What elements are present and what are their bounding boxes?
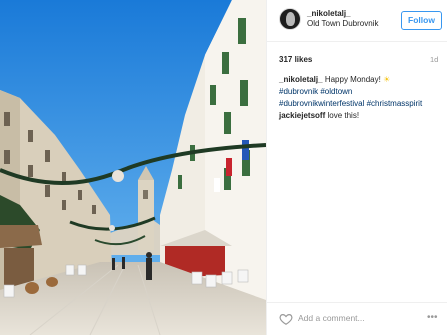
follow-button[interactable]: Follow xyxy=(401,11,442,30)
caption-username[interactable]: _nikoletalj_ xyxy=(279,75,323,84)
likes-count[interactable]: 317 likes xyxy=(279,55,312,64)
post-age[interactable]: 1d xyxy=(430,55,438,64)
caption: _nikoletalj_ Happy Monday! ☀ #dubrovnik … xyxy=(279,74,444,110)
comment-username[interactable]: jackiejetsoff xyxy=(279,111,325,120)
location-link[interactable]: Old Town Dubrovnik xyxy=(307,19,378,28)
more-options-icon[interactable]: ••• xyxy=(427,312,438,323)
street-photo-illustration xyxy=(0,0,266,335)
caption-text: Happy Monday! xyxy=(324,75,381,84)
post-details-panel: _nikoletalj_ Old Town Dubrovnik Follow 3… xyxy=(266,0,447,335)
post-footer: Add a comment... ••• xyxy=(267,302,447,335)
caption-hashtags[interactable]: #dubrovnikwinterfestival #christmasspiri… xyxy=(279,99,422,108)
sun-emoji-icon: ☀ xyxy=(383,75,391,84)
username-link[interactable]: _nikoletalj_ xyxy=(307,9,351,18)
add-comment-input[interactable]: Add a comment... xyxy=(298,313,365,323)
post-header: _nikoletalj_ Old Town Dubrovnik Follow xyxy=(267,0,447,42)
comment-text: love this! xyxy=(327,111,360,120)
avatar[interactable] xyxy=(279,8,301,30)
comments-section: _nikoletalj_ Happy Monday! ☀ #dubrovnik … xyxy=(279,74,444,122)
heart-icon[interactable] xyxy=(279,312,293,326)
post-photo[interactable] xyxy=(0,0,266,335)
comment: jackiejetsoff love this! xyxy=(279,110,444,122)
caption-hashtags[interactable]: #dubrovnik #oldtown xyxy=(279,87,352,96)
